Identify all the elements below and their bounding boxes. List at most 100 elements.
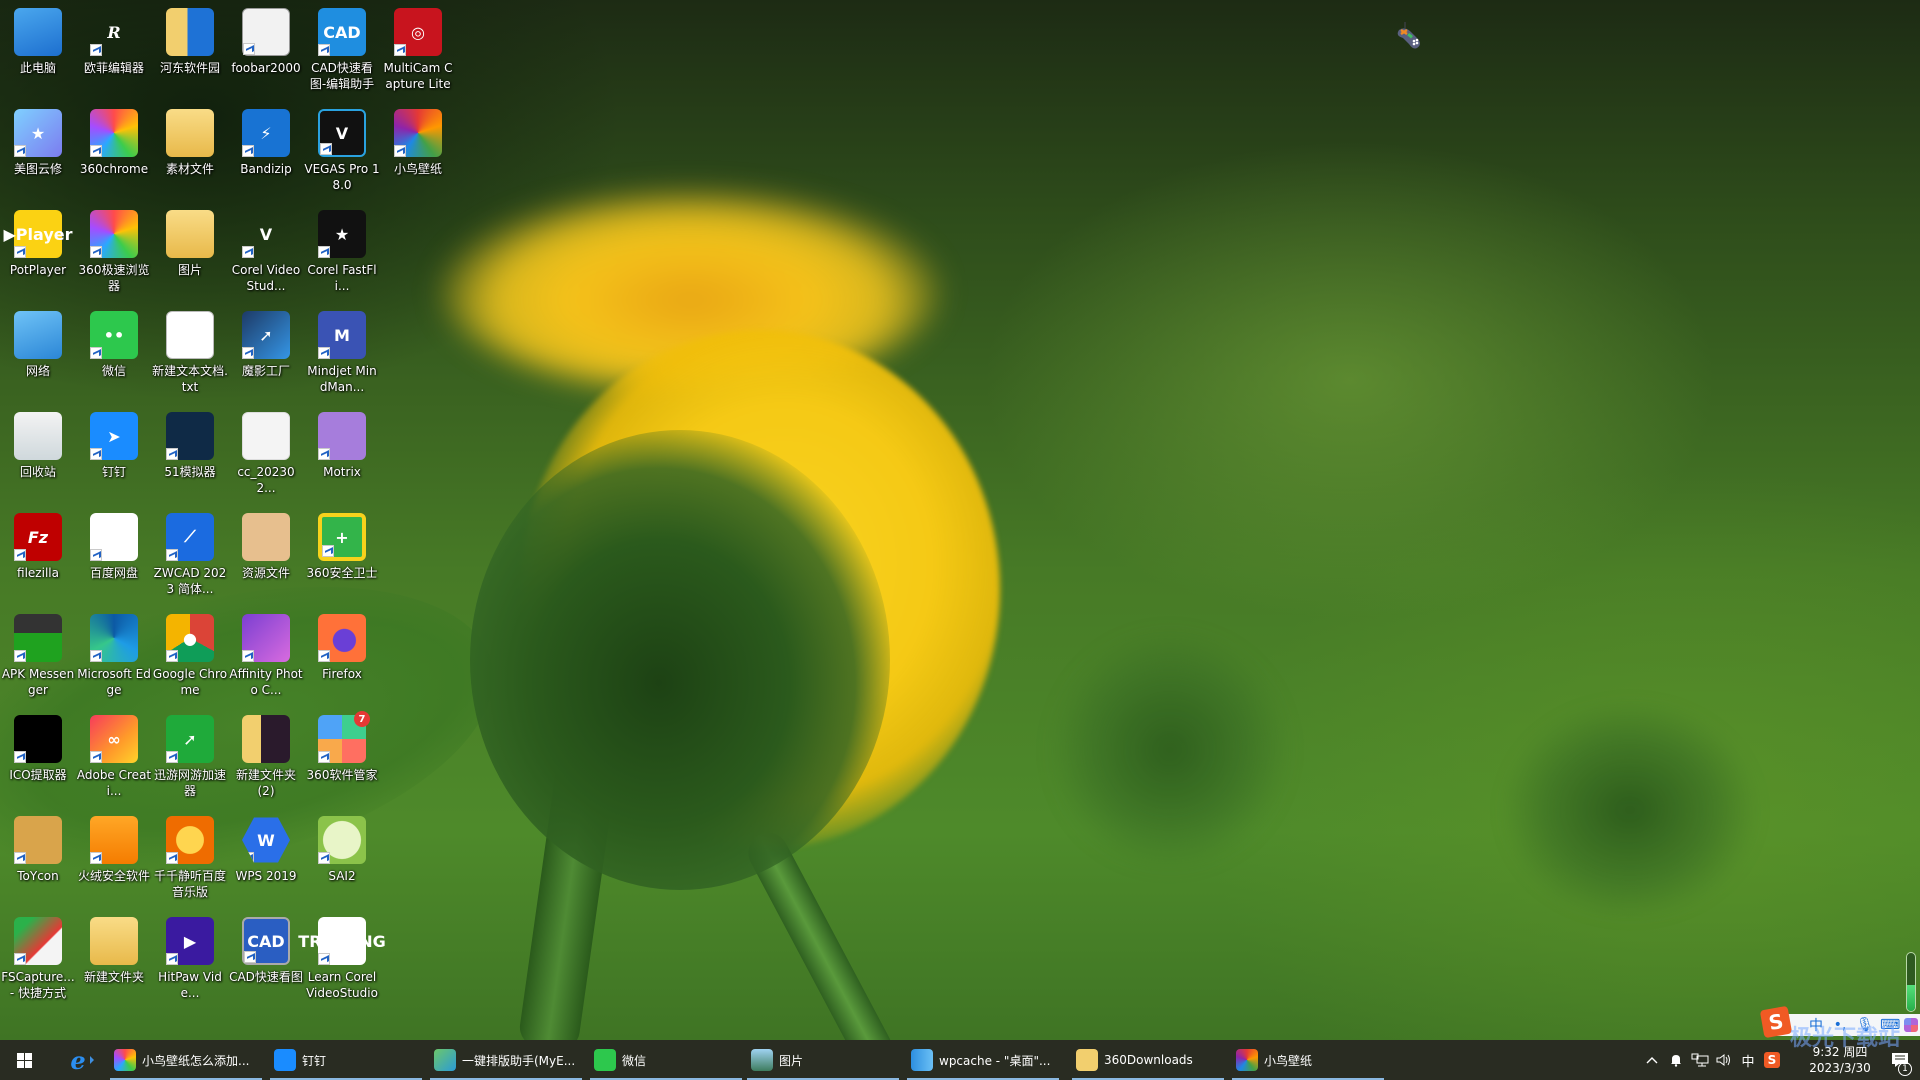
taskbar-app-button[interactable]: 图片 [745, 1040, 901, 1080]
desktop-icon[interactable]: 新建文件夹 [76, 911, 152, 1011]
desktop-icon-label: 美图云修 [13, 162, 62, 176]
desktop-icon-label: Affinity Photo C... [229, 667, 303, 697]
chevron-up-icon[interactable] [1640, 1040, 1664, 1080]
sogou-ime-logo-icon[interactable]: S [1759, 1005, 1793, 1039]
start-button[interactable] [0, 1040, 48, 1080]
desktop-icon[interactable]: R 欧菲编辑器 [76, 2, 152, 102]
desktop-icon[interactable]: 小鸟壁纸 [380, 103, 456, 203]
desktop-icon[interactable]: 新建文件夹 (2) [228, 709, 304, 809]
desktop-icon[interactable]: Affinity Photo C... [228, 608, 304, 708]
desktop-icon[interactable]: ★ Corel FastFli... [304, 204, 380, 304]
desktop-icon-label: filezilla [17, 566, 59, 580]
desktop-icon[interactable]: ➚ 迅游网游加速器 [152, 709, 228, 809]
desktop-icon[interactable]: 百度网盘 [76, 507, 152, 607]
desktop-icon[interactable]: 回收站 [0, 406, 76, 506]
desktop-icon[interactable]: Microsoft Edge [76, 608, 152, 708]
ime-mode-toggle[interactable]: 中 [1808, 1015, 1824, 1035]
shortcut-arrow-icon [90, 347, 102, 359]
pinned-internet-explorer[interactable]: e [58, 1040, 98, 1080]
desktop-icon[interactable]: ⟋ ZWCAD 2023 简体... [152, 507, 228, 607]
taskbar-app-button[interactable]: 小鸟壁纸怎么添加... [108, 1040, 264, 1080]
action-center-button[interactable]: 1 [1880, 1040, 1920, 1080]
desktop-icon[interactable]: ◎ MultiCam Capture Lite [380, 2, 456, 102]
desktop-icon[interactable]: ∞ Adobe Creati... [76, 709, 152, 809]
desktop-icon[interactable]: M Mindjet MindMan... [304, 305, 380, 405]
desktop-icon[interactable]: CAD CAD快速看图-编辑助手 [304, 2, 380, 102]
desktop-icon[interactable]: 7 360软件管家 [304, 709, 380, 809]
gamepad-icon[interactable] [1395, 22, 1425, 50]
desktop-icon[interactable]: TRAINING Learn Corel VideoStudio [298, 911, 386, 1011]
desktop-icon[interactable]: ● Google Chrome [152, 608, 228, 708]
desktop-icon[interactable]: 素材文件 [152, 103, 228, 203]
microphone-icon[interactable]: 🎙 [1856, 1017, 1874, 1033]
desktop-icon[interactable]: 51模拟器 [152, 406, 228, 506]
desktop-icon[interactable]: ICO提取器 [0, 709, 76, 809]
desktop-icon[interactable]: V Corel VideoStud... [228, 204, 304, 304]
clock-date: 2023/3/30 [1809, 1061, 1871, 1075]
desktop-icon[interactable]: 资源文件 [228, 507, 304, 607]
shortcut-arrow-icon [14, 852, 26, 864]
input-method-indicator[interactable]: 中 [1736, 1040, 1760, 1080]
taskbar-app-button[interactable]: 钉钉 [268, 1040, 424, 1080]
ime-punctuation-toggle[interactable]: •, [1832, 1017, 1848, 1033]
desktop-icon[interactable]: •• 微信 [76, 305, 152, 405]
desktop-icon[interactable]: V VEGAS Pro 18.0 [304, 103, 380, 203]
hitpaw-icon: ▶ [166, 917, 214, 965]
taskbar-app-button[interactable]: 360Downloads [1070, 1040, 1226, 1080]
icon-glyph: ◎ [411, 22, 425, 42]
desktop-icon[interactable]: 图片 [152, 204, 228, 304]
desktop-icon[interactable]: Motrix [304, 406, 380, 506]
bell-icon[interactable] [1664, 1040, 1688, 1080]
shortcut-arrow-icon [90, 549, 102, 561]
desktop-icon[interactable]: ➚ 魔影工厂 [228, 305, 304, 405]
desktop-icon[interactable]: CAD CAD快速看图 [228, 911, 304, 1011]
taskbar-app-button[interactable]: 微信 [588, 1040, 744, 1080]
desktop-icon[interactable]: ToYcon [0, 810, 76, 910]
desktop-icon[interactable]: ⚡ Bandizip [228, 103, 304, 203]
taskbar-app-button[interactable]: 一键排版助手(MyE... [428, 1040, 584, 1080]
affinity-photo-icon [242, 614, 290, 662]
ime-apps-icon[interactable] [1904, 1018, 1918, 1032]
network-icon[interactable] [1688, 1040, 1712, 1080]
desktop-icon[interactable]: APK Messenger [0, 608, 76, 708]
desktop-icon[interactable]: ▶ HitPaw Vide... [152, 911, 228, 1011]
desktop-icon[interactable]: 360chrome [76, 103, 152, 203]
bandizip-icon: ⚡ [242, 109, 290, 157]
desktop-icon[interactable]: 360极速浏览器 [76, 204, 152, 304]
desktop-icon[interactable]: 河东软件园 [152, 2, 228, 102]
taskbar-app-button[interactable]: wpcache - "桌面"... [905, 1040, 1061, 1080]
desktop-icon[interactable]: Fz filezilla [0, 507, 76, 607]
desktop-icon[interactable]: ▶Player PotPlayer [0, 204, 76, 304]
desktop-icon-label: MultiCam Capture Lite [383, 61, 453, 91]
taskbar-app-button[interactable]: 小鸟壁纸 [1230, 1040, 1386, 1080]
desktop-icon[interactable]: +360安全卫士 [304, 507, 380, 607]
desktop-icon[interactable]: W WPS 2019 [228, 810, 304, 910]
desktop-icon[interactable]: FSCapture... - 快捷方式 [0, 911, 76, 1011]
desktop-icon-label: SAI2 [328, 869, 356, 883]
desktop-icon[interactable]: 新建文本文档.txt [152, 305, 228, 405]
desktop-icon[interactable]: 网络 [0, 305, 76, 405]
shortcut-arrow-icon [14, 650, 26, 662]
icon-glyph: M [334, 325, 350, 345]
desktop-icon[interactable]: 火绒安全软件 [76, 810, 152, 910]
volume-icon[interactable] [1712, 1040, 1736, 1080]
volume-level-meter[interactable] [1906, 952, 1916, 1012]
desktop-icon-label: 河东软件园 [159, 61, 220, 75]
keyboard-icon[interactable]: ⌨ [1880, 1017, 1900, 1033]
icon-glyph: ⚡ [260, 123, 272, 143]
shortcut-arrow-icon [90, 145, 102, 157]
desktop-icon[interactable]: 此电脑 [0, 2, 76, 102]
desktop-icon[interactable]: 千千静听百度音乐版 [152, 810, 228, 910]
desktop-icon[interactable]: ★ 美图云修 [0, 103, 76, 203]
windows-logo-icon [16, 1052, 32, 1068]
clock[interactable]: 9:32 周四 2023/3/30 [1800, 1044, 1880, 1076]
sogou-tray-icon[interactable]: S [1760, 1040, 1784, 1080]
desktop-icon[interactable]: Firefox [304, 608, 380, 708]
desktop-icon[interactable]: foobar2000 [228, 2, 304, 102]
desktop-icon-label: 迅游网游加速器 [153, 768, 226, 798]
desktop-icon[interactable]: ➤ 钉钉 [76, 406, 152, 506]
desktop-icon[interactable]: cc_202302... [228, 406, 304, 506]
desktop-icon[interactable]: SAI2 [304, 810, 380, 910]
shortcut-arrow-icon [320, 143, 332, 155]
zwcad-icon: ⟋ [166, 513, 214, 561]
